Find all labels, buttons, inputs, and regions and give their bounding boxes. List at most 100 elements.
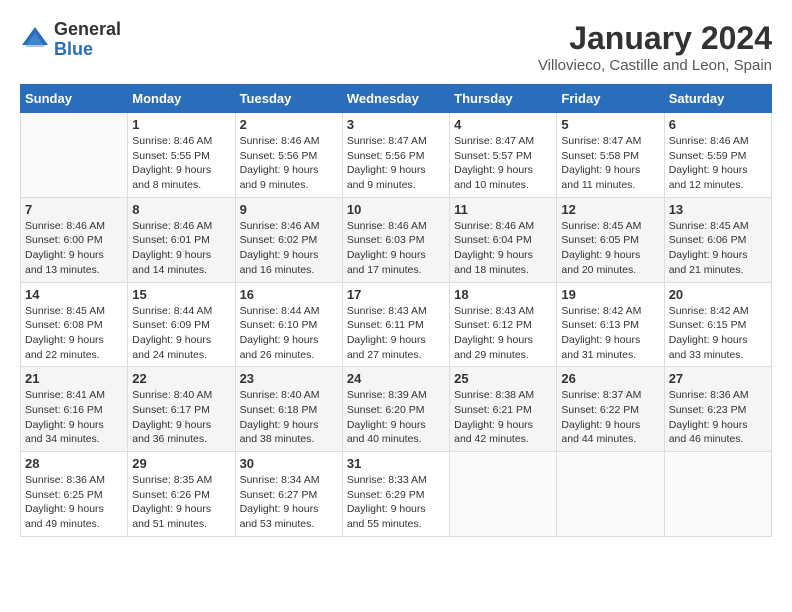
day-number: 24 bbox=[347, 371, 445, 386]
day-info: Sunrise: 8:46 AMSunset: 6:02 PMDaylight:… bbox=[240, 219, 338, 278]
day-info: Sunrise: 8:35 AMSunset: 6:26 PMDaylight:… bbox=[132, 473, 230, 532]
calendar-cell: 8 Sunrise: 8:46 AMSunset: 6:01 PMDaylight… bbox=[128, 197, 235, 282]
logo-text: General Blue bbox=[54, 20, 121, 60]
calendar-cell: 12 Sunrise: 8:45 AMSunset: 6:05 PMDayligh… bbox=[557, 197, 664, 282]
calendar-cell: 23 Sunrise: 8:40 AMSunset: 6:18 PMDayligh… bbox=[235, 367, 342, 452]
day-number: 9 bbox=[240, 202, 338, 217]
day-of-week-header: Saturday bbox=[664, 85, 771, 113]
calendar-cell bbox=[557, 452, 664, 537]
calendar-cell: 20 Sunrise: 8:42 AMSunset: 6:15 PMDayligh… bbox=[664, 282, 771, 367]
calendar-cell: 24 Sunrise: 8:39 AMSunset: 6:20 PMDayligh… bbox=[342, 367, 449, 452]
day-number: 22 bbox=[132, 371, 230, 386]
calendar-cell: 19 Sunrise: 8:42 AMSunset: 6:13 PMDayligh… bbox=[557, 282, 664, 367]
calendar-cell: 30Sunrise: 8:34 AMSunset: 6:27 PMDayligh… bbox=[235, 452, 342, 537]
calendar-body: 1Sunrise: 8:46 AMSunset: 5:55 PMDaylight… bbox=[21, 113, 772, 537]
logo-blue-text: Blue bbox=[54, 40, 121, 60]
day-info: Sunrise: 8:44 AMSunset: 6:10 PMDaylight:… bbox=[240, 304, 338, 363]
day-number: 1 bbox=[132, 117, 230, 132]
day-number: 26 bbox=[561, 371, 659, 386]
day-number: 27 bbox=[669, 371, 767, 386]
day-of-week-header: Tuesday bbox=[235, 85, 342, 113]
day-number: 25 bbox=[454, 371, 552, 386]
logo: General Blue bbox=[20, 20, 121, 60]
calendar-cell: 1Sunrise: 8:46 AMSunset: 5:55 PMDaylight… bbox=[128, 113, 235, 198]
day-number: 10 bbox=[347, 202, 445, 217]
calendar-cell: 7 Sunrise: 8:46 AMSunset: 6:00 PMDaylight… bbox=[21, 197, 128, 282]
day-info: Sunrise: 8:41 AMSunset: 6:16 PMDaylight:… bbox=[25, 388, 123, 447]
calendar-cell: 21 Sunrise: 8:41 AMSunset: 6:16 PMDayligh… bbox=[21, 367, 128, 452]
calendar-cell: 11 Sunrise: 8:46 AMSunset: 6:04 PMDayligh… bbox=[450, 197, 557, 282]
calendar-cell: 9 Sunrise: 8:46 AMSunset: 6:02 PMDaylight… bbox=[235, 197, 342, 282]
day-number: 12 bbox=[561, 202, 659, 217]
day-info: Sunrise: 8:33 AMSunset: 6:29 PMDaylight:… bbox=[347, 473, 445, 532]
day-number: 29 bbox=[132, 456, 230, 471]
calendar-cell: 31Sunrise: 8:33 AMSunset: 6:29 PMDayligh… bbox=[342, 452, 449, 537]
day-number: 7 bbox=[25, 202, 123, 217]
day-number: 14 bbox=[25, 287, 123, 302]
day-number: 30 bbox=[240, 456, 338, 471]
day-number: 3 bbox=[347, 117, 445, 132]
day-info: Sunrise: 8:45 AMSunset: 6:05 PMDaylight:… bbox=[561, 219, 659, 278]
day-number: 17 bbox=[347, 287, 445, 302]
calendar-cell: 10Sunrise: 8:46 AMSunset: 6:03 PMDayligh… bbox=[342, 197, 449, 282]
calendar-cell bbox=[450, 452, 557, 537]
day-info: Sunrise: 8:44 AMSunset: 6:09 PMDaylight:… bbox=[132, 304, 230, 363]
day-number: 21 bbox=[25, 371, 123, 386]
day-number: 15 bbox=[132, 287, 230, 302]
day-of-week-header: Wednesday bbox=[342, 85, 449, 113]
calendar-cell: 2Sunrise: 8:46 AMSunset: 5:56 PMDaylight… bbox=[235, 113, 342, 198]
day-info: Sunrise: 8:36 AMSunset: 6:23 PMDaylight:… bbox=[669, 388, 767, 447]
day-number: 11 bbox=[454, 202, 552, 217]
calendar-week-row: 7 Sunrise: 8:46 AMSunset: 6:00 PMDaylight… bbox=[21, 197, 772, 282]
calendar-table: SundayMondayTuesdayWednesdayThursdayFrid… bbox=[20, 84, 772, 537]
calendar-cell: 6Sunrise: 8:46 AMSunset: 5:59 PMDaylight… bbox=[664, 113, 771, 198]
day-info: Sunrise: 8:42 AMSunset: 6:15 PMDaylight:… bbox=[669, 304, 767, 363]
day-number: 18 bbox=[454, 287, 552, 302]
calendar-cell bbox=[664, 452, 771, 537]
day-number: 6 bbox=[669, 117, 767, 132]
day-info: Sunrise: 8:46 AMSunset: 5:56 PMDaylight:… bbox=[240, 134, 338, 193]
calendar-week-row: 21 Sunrise: 8:41 AMSunset: 6:16 PMDayligh… bbox=[21, 367, 772, 452]
month-title: January 2024 bbox=[538, 20, 772, 57]
calendar-cell: 14Sunrise: 8:45 AMSunset: 6:08 PMDayligh… bbox=[21, 282, 128, 367]
page-header: General Blue January 2024 Villovieco, Ca… bbox=[20, 20, 772, 74]
day-info: Sunrise: 8:46 AMSunset: 6:00 PMDaylight:… bbox=[25, 219, 123, 278]
day-info: Sunrise: 8:46 AMSunset: 6:04 PMDaylight:… bbox=[454, 219, 552, 278]
calendar-cell: 16 Sunrise: 8:44 AMSunset: 6:10 PMDayligh… bbox=[235, 282, 342, 367]
day-number: 16 bbox=[240, 287, 338, 302]
days-of-week-row: SundayMondayTuesdayWednesdayThursdayFrid… bbox=[21, 85, 772, 113]
day-number: 20 bbox=[669, 287, 767, 302]
day-info: Sunrise: 8:37 AMSunset: 6:22 PMDaylight:… bbox=[561, 388, 659, 447]
day-of-week-header: Thursday bbox=[450, 85, 557, 113]
day-number: 5 bbox=[561, 117, 659, 132]
calendar-cell bbox=[21, 113, 128, 198]
calendar-cell: 3 Sunrise: 8:47 AMSunset: 5:56 PMDaylight… bbox=[342, 113, 449, 198]
calendar-cell: 15 Sunrise: 8:44 AMSunset: 6:09 PMDayligh… bbox=[128, 282, 235, 367]
day-info: Sunrise: 8:47 AMSunset: 5:56 PMDaylight:… bbox=[347, 134, 445, 193]
calendar-cell: 26 Sunrise: 8:37 AMSunset: 6:22 PMDayligh… bbox=[557, 367, 664, 452]
day-info: Sunrise: 8:39 AMSunset: 6:20 PMDaylight:… bbox=[347, 388, 445, 447]
day-of-week-header: Sunday bbox=[21, 85, 128, 113]
day-info: Sunrise: 8:36 AMSunset: 6:25 PMDaylight:… bbox=[25, 473, 123, 532]
day-info: Sunrise: 8:40 AMSunset: 6:18 PMDaylight:… bbox=[240, 388, 338, 447]
calendar-cell: 22 Sunrise: 8:40 AMSunset: 6:17 PMDayligh… bbox=[128, 367, 235, 452]
calendar-cell: 18Sunrise: 8:43 AMSunset: 6:12 PMDayligh… bbox=[450, 282, 557, 367]
day-info: Sunrise: 8:45 AMSunset: 6:06 PMDaylight:… bbox=[669, 219, 767, 278]
calendar-cell: 28Sunrise: 8:36 AMSunset: 6:25 PMDayligh… bbox=[21, 452, 128, 537]
day-number: 19 bbox=[561, 287, 659, 302]
calendar-week-row: 14Sunrise: 8:45 AMSunset: 6:08 PMDayligh… bbox=[21, 282, 772, 367]
day-of-week-header: Friday bbox=[557, 85, 664, 113]
day-info: Sunrise: 8:47 AMSunset: 5:57 PMDaylight:… bbox=[454, 134, 552, 193]
day-number: 8 bbox=[132, 202, 230, 217]
day-info: Sunrise: 8:38 AMSunset: 6:21 PMDaylight:… bbox=[454, 388, 552, 447]
day-number: 23 bbox=[240, 371, 338, 386]
calendar-cell: 5Sunrise: 8:47 AMSunset: 5:58 PMDaylight… bbox=[557, 113, 664, 198]
day-info: Sunrise: 8:42 AMSunset: 6:13 PMDaylight:… bbox=[561, 304, 659, 363]
calendar-header: SundayMondayTuesdayWednesdayThursdayFrid… bbox=[21, 85, 772, 113]
day-info: Sunrise: 8:46 AMSunset: 6:01 PMDaylight:… bbox=[132, 219, 230, 278]
calendar-cell: 27 Sunrise: 8:36 AMSunset: 6:23 PMDayligh… bbox=[664, 367, 771, 452]
location-title: Villovieco, Castille and Leon, Spain bbox=[538, 57, 772, 74]
calendar-cell: 29 Sunrise: 8:35 AMSunset: 6:26 PMDayligh… bbox=[128, 452, 235, 537]
calendar-cell: 13Sunrise: 8:45 AMSunset: 6:06 PMDayligh… bbox=[664, 197, 771, 282]
day-info: Sunrise: 8:40 AMSunset: 6:17 PMDaylight:… bbox=[132, 388, 230, 447]
